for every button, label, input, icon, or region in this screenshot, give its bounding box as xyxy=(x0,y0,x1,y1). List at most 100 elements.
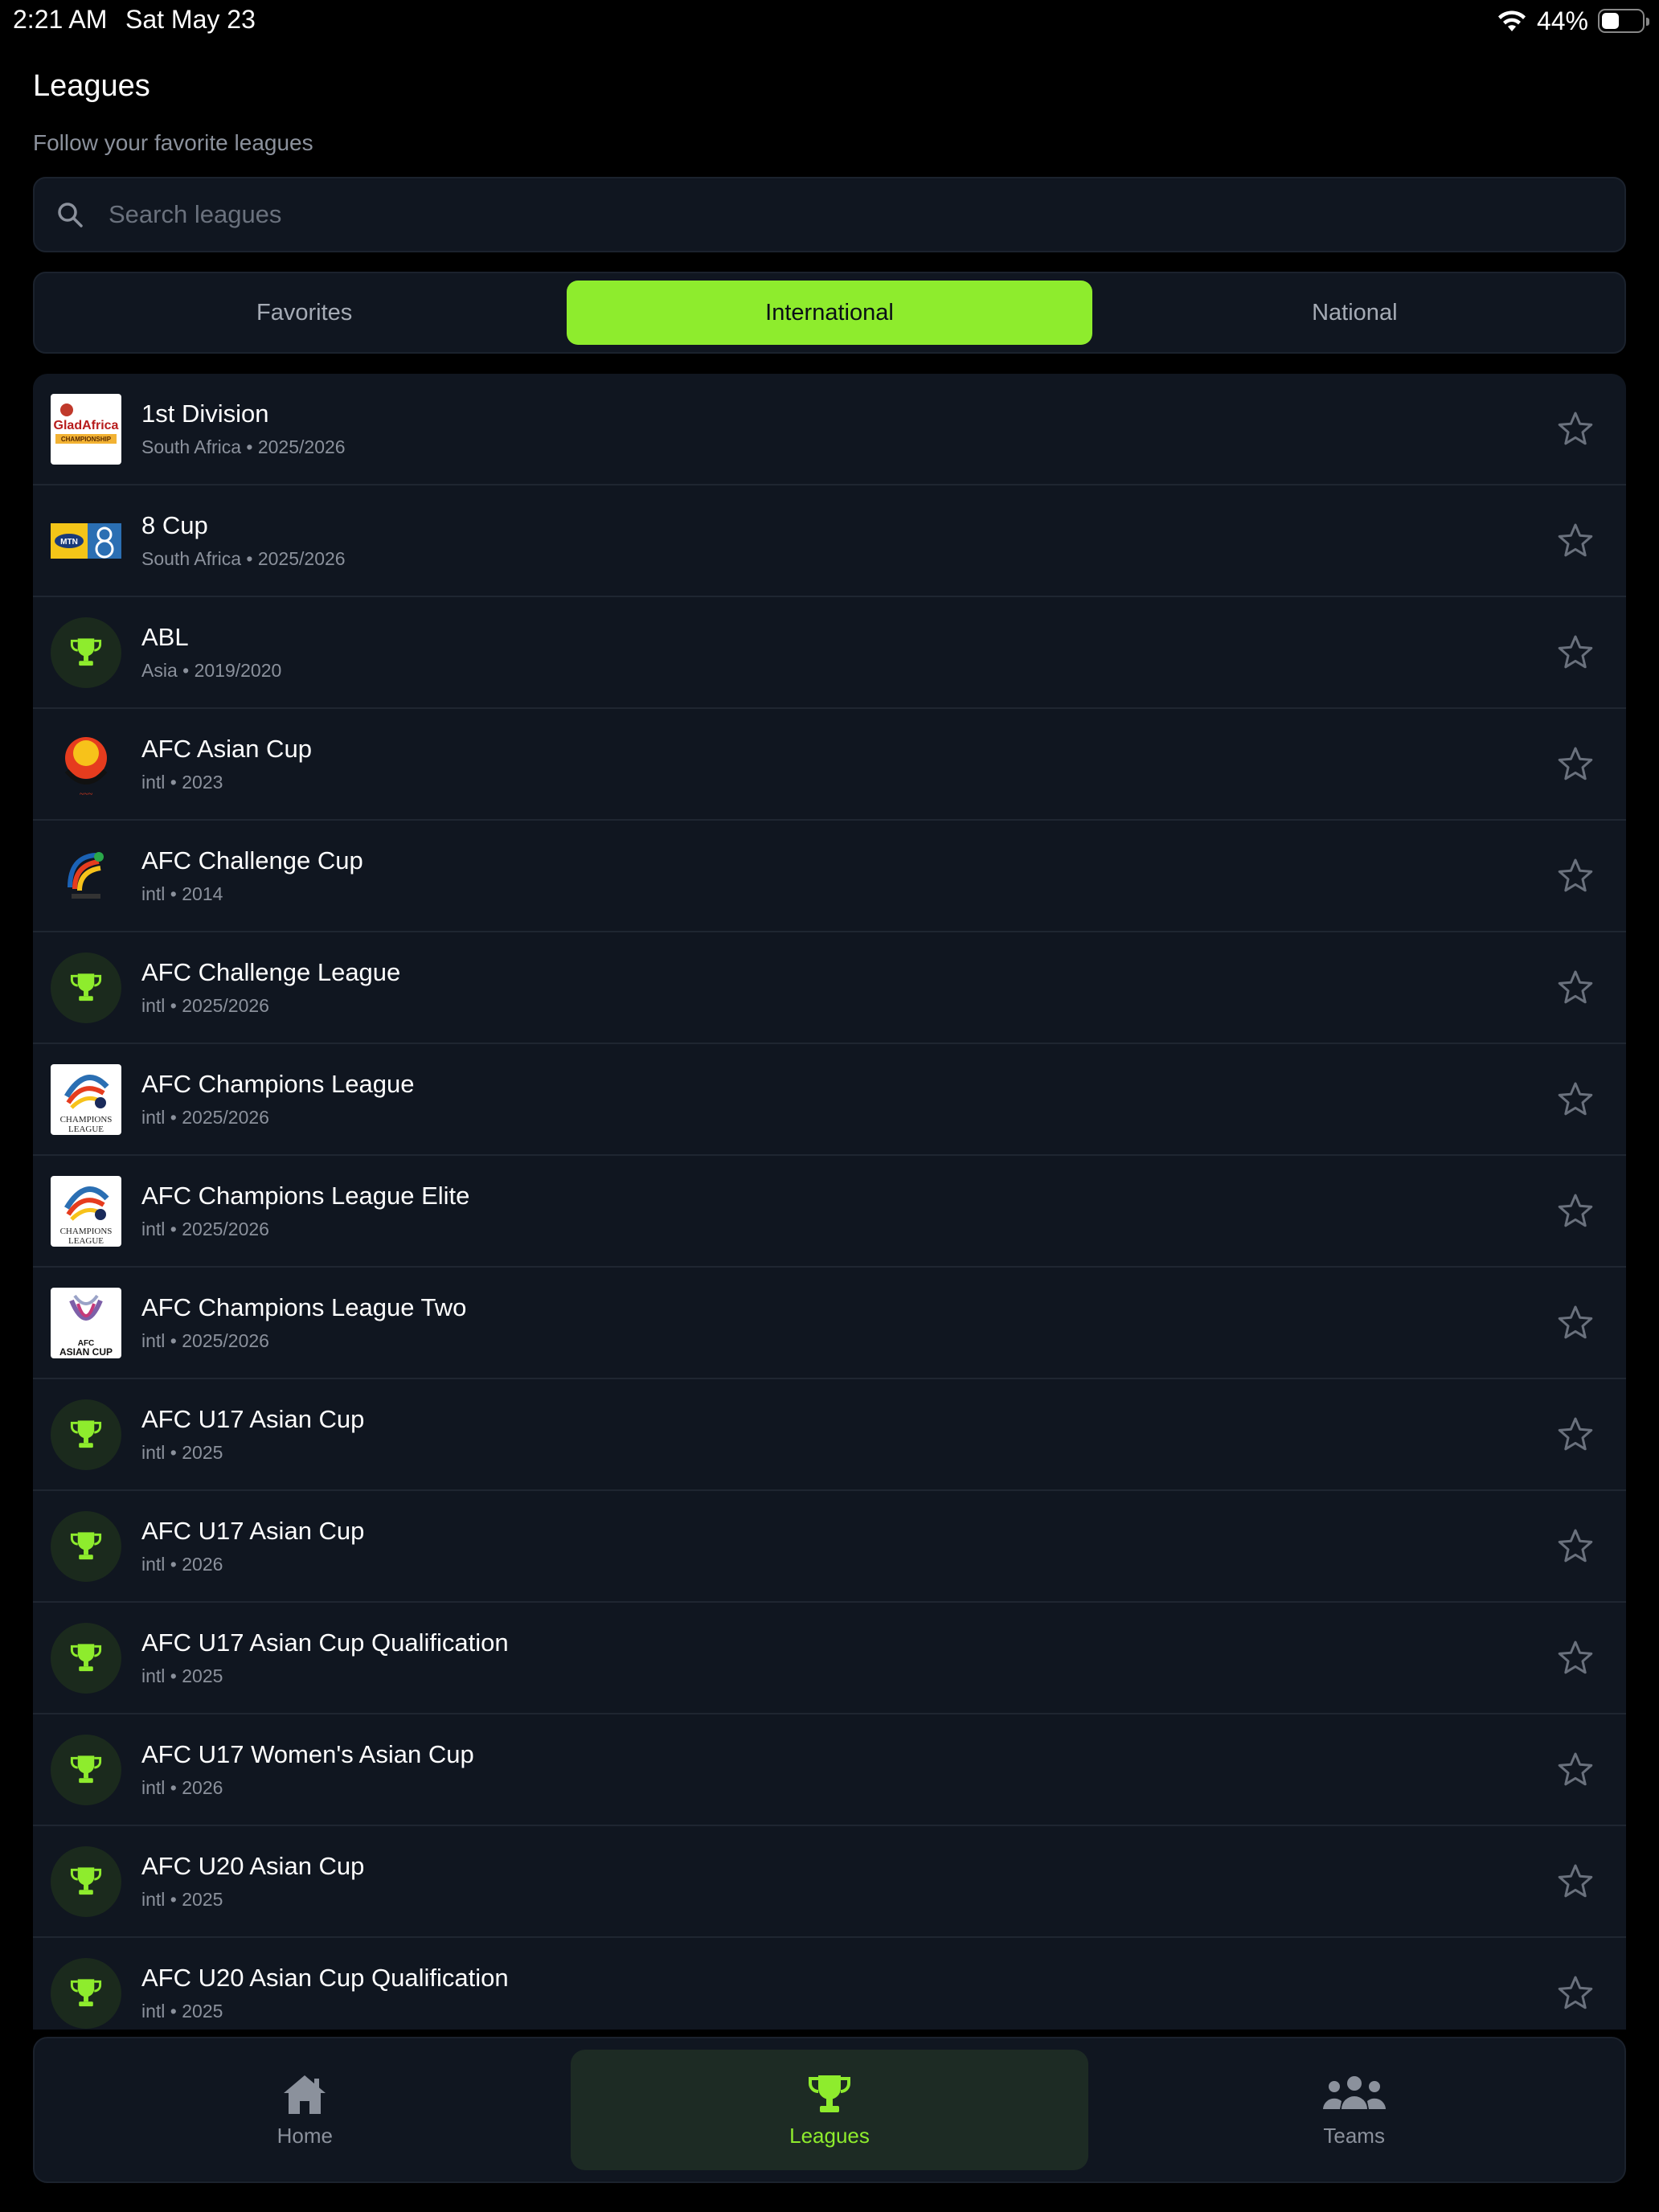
league-name: ABL xyxy=(141,623,189,651)
league-row[interactable]: AFC Challenge League intl • 2025/2026 xyxy=(33,932,1626,1044)
favorite-star-icon[interactable] xyxy=(1557,1416,1594,1453)
league-row[interactable]: AFC U20 Asian Cup intl • 2025 xyxy=(33,1826,1626,1938)
league-row[interactable]: AFC ASIAN CUP AFC Champions League Two int… xyxy=(33,1268,1626,1379)
bottom-navigation: Home Leagues Teams xyxy=(33,2037,1626,2183)
favorite-star-icon[interactable] xyxy=(1557,969,1594,1006)
league-row[interactable]: MTN 8 Cup South Africa • 2025/2026 xyxy=(33,485,1626,597)
search-icon xyxy=(58,203,83,227)
page-title: Leagues xyxy=(33,69,150,103)
favorite-star-icon[interactable] xyxy=(1557,1863,1594,1900)
league-row[interactable]: AFC U17 Asian Cup intl • 2026 xyxy=(33,1491,1626,1603)
afc-asian-cup-white-logo: AFC ASIAN CUP xyxy=(51,1288,121,1358)
trophy-icon xyxy=(51,1399,121,1470)
battery-level xyxy=(1602,13,1620,29)
league-meta: intl • 2025 xyxy=(141,2001,223,2022)
league-filter-tabs: Favorites International National xyxy=(33,272,1626,354)
svg-text:~~~: ~~~ xyxy=(80,790,93,799)
league-meta: intl • 2023 xyxy=(141,772,223,793)
favorite-star-icon[interactable] xyxy=(1557,1751,1594,1788)
trophy-icon xyxy=(51,952,121,1023)
status-bar: 2:21 AM Sat May 23 44% xyxy=(0,0,1659,42)
trophy-icon xyxy=(51,1511,121,1582)
league-row[interactable]: CHAMPIONS LEAGUE AFC Champions League intl… xyxy=(33,1044,1626,1156)
trophy-icon xyxy=(51,1846,121,1917)
league-name: AFC U17 Asian Cup Qualification xyxy=(141,1628,509,1657)
nav-home[interactable]: Home xyxy=(46,2050,564,2170)
tab-national[interactable]: National xyxy=(1092,281,1617,345)
league-name: AFC U17 Asian Cup xyxy=(141,1517,365,1545)
trophy-icon xyxy=(51,1958,121,2029)
nav-teams[interactable]: Teams xyxy=(1095,2050,1613,2170)
search-input[interactable] xyxy=(109,200,1555,229)
trophy-icon xyxy=(51,617,121,688)
favorite-star-icon[interactable] xyxy=(1557,634,1594,671)
afc-champions-league-logo: CHAMPIONS LEAGUE xyxy=(51,1064,121,1135)
league-meta: intl • 2025/2026 xyxy=(141,1107,269,1128)
league-name: 8 Cup xyxy=(141,511,208,539)
status-time: 2:21 AM xyxy=(13,5,108,34)
tab-international[interactable]: International xyxy=(567,281,1092,345)
league-meta: intl • 2025/2026 xyxy=(141,1330,269,1351)
wifi-icon xyxy=(1497,10,1526,31)
status-date: Sat May 23 xyxy=(125,5,256,34)
asian-cup-text: ASIAN CUP xyxy=(59,1346,113,1358)
league-meta: intl • 2025 xyxy=(141,1665,223,1686)
league-row[interactable]: CHAMPIONS LEAGUE AFC Champions League Eli… xyxy=(33,1156,1626,1268)
favorite-star-icon[interactable] xyxy=(1557,746,1594,783)
league-meta: intl • 2025/2026 xyxy=(141,995,269,1016)
favorite-star-icon[interactable] xyxy=(1557,1193,1594,1230)
nav-home-label: Home xyxy=(276,2123,334,2148)
league-row[interactable]: AFC Challenge Cup intl • 2014 xyxy=(33,821,1626,932)
favorite-star-icon[interactable] xyxy=(1557,522,1594,559)
page-subtitle: Follow your favorite leagues xyxy=(33,130,313,155)
league-name: AFC U20 Asian Cup xyxy=(141,1852,365,1880)
league-meta: intl • 2025 xyxy=(141,1889,223,1910)
favorite-star-icon[interactable] xyxy=(1557,1975,1594,2012)
league-meta: intl • 2026 xyxy=(141,1554,223,1575)
gladafrica-text: GladAfrica xyxy=(54,419,119,432)
league-row[interactable]: AFC U20 Asian Cup Qualification intl • 20… xyxy=(33,1938,1626,2030)
tab-favorites[interactable]: Favorites xyxy=(42,281,567,345)
afc-asian-cup-logo: ~~~ xyxy=(51,729,121,800)
league-meta: intl • 2025 xyxy=(141,1442,223,1463)
trophy-icon xyxy=(51,1735,121,1805)
favorite-star-icon[interactable] xyxy=(1557,1305,1594,1342)
league-row[interactable]: ABL Asia • 2019/2020 xyxy=(33,597,1626,709)
league-name: AFC U20 Asian Cup Qualification xyxy=(141,1964,509,1992)
favorite-star-icon[interactable] xyxy=(1557,411,1594,448)
status-indicators: 44% xyxy=(1497,5,1649,37)
league-name: 1st Division xyxy=(141,399,269,428)
league-name: AFC Asian Cup xyxy=(141,735,312,763)
nav-teams-label: Teams xyxy=(1323,2123,1385,2148)
afc-challenge-cup-logo xyxy=(51,841,121,911)
league-name: AFC Challenge Cup xyxy=(141,846,363,875)
mtn8-logo: MTN xyxy=(51,506,121,576)
people-icon xyxy=(1322,2075,1386,2109)
league-name: AFC Champions League Elite xyxy=(141,1182,470,1210)
league-meta: South Africa • 2025/2026 xyxy=(141,436,346,457)
battery-icon xyxy=(1598,9,1649,33)
favorite-star-icon[interactable] xyxy=(1557,1640,1594,1677)
league-meta: intl • 2025/2026 xyxy=(141,1219,269,1239)
league-meta: intl • 2026 xyxy=(141,1777,223,1798)
gladafrica-sub-text: CHAMPIONSHIP xyxy=(61,436,112,443)
favorite-star-icon[interactable] xyxy=(1557,1528,1594,1565)
favorite-star-icon[interactable] xyxy=(1557,858,1594,895)
league-name: AFC Challenge League xyxy=(141,958,401,986)
nav-leagues-label: Leagues xyxy=(789,2123,870,2148)
nav-leagues[interactable]: Leagues xyxy=(570,2050,1089,2170)
league-name: AFC Champions League Two xyxy=(141,1293,467,1321)
mtn-text: MTN xyxy=(60,538,78,547)
league-row[interactable]: ~~~ AFC Asian Cup intl • 2023 xyxy=(33,709,1626,821)
league-meta: South Africa • 2025/2026 xyxy=(141,548,346,569)
league-row[interactable]: AFC U17 Asian Cup Qualification intl • 20… xyxy=(33,1603,1626,1714)
search-bar[interactable] xyxy=(33,177,1626,252)
trophy-icon xyxy=(809,2075,850,2112)
favorite-star-icon[interactable] xyxy=(1557,1081,1594,1118)
league-row[interactable]: GladAfrica CHAMPIONSHIP 1st Division South… xyxy=(33,374,1626,485)
league-name: AFC U17 Asian Cup xyxy=(141,1405,365,1433)
trophy-icon xyxy=(51,1623,121,1694)
league-name: AFC Champions League xyxy=(141,1070,415,1098)
league-row[interactable]: AFC U17 Women's Asian Cup intl • 2026 xyxy=(33,1714,1626,1826)
league-row[interactable]: AFC U17 Asian Cup intl • 2025 xyxy=(33,1379,1626,1491)
